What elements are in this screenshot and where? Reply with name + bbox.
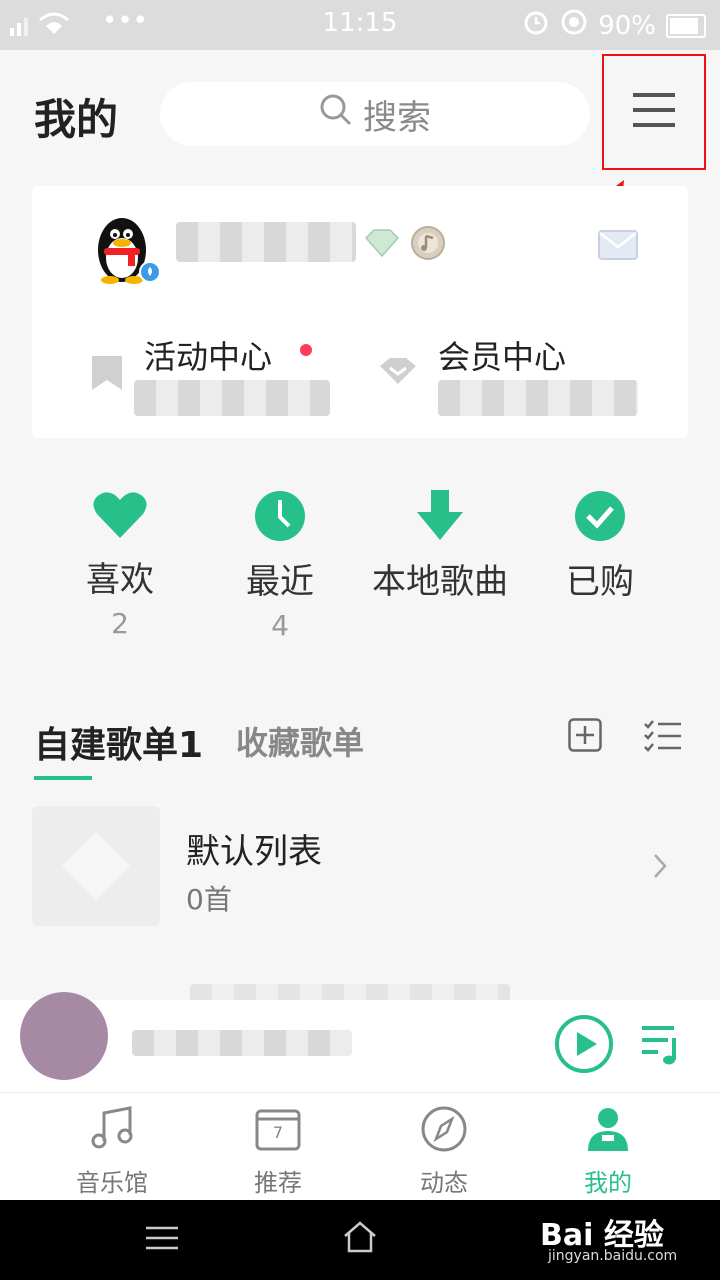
quick-local-songs-label: 本地歌曲	[372, 562, 508, 602]
page-title: 我的	[34, 95, 119, 144]
activity-center-label: 活动中心	[144, 338, 273, 376]
bottom-nav: 音乐馆 7 推荐 动态 我的	[0, 1092, 720, 1201]
clock-icon	[200, 490, 360, 546]
player-track-blurred	[132, 1030, 352, 1056]
quick-favorites[interactable]: 喜欢 2	[40, 490, 200, 641]
hamburger-icon	[633, 90, 675, 134]
tab-underline	[34, 776, 92, 780]
calendar-icon: 7	[218, 1105, 338, 1159]
member-center-label: 会员中心	[438, 338, 567, 376]
mail-icon[interactable]	[598, 230, 638, 264]
tab-recommend[interactable]: 7 推荐	[218, 1105, 338, 1198]
tab-music-hall[interactable]: 音乐馆	[52, 1105, 172, 1198]
playlist-item[interactable]: 默认列表 0首	[32, 806, 688, 928]
notification-dot	[300, 344, 312, 356]
calendar-day: 7	[272, 1123, 284, 1142]
tab-feed[interactable]: 动态	[384, 1105, 504, 1198]
quick-favorites-count: 2	[111, 607, 129, 640]
username-blurred	[176, 222, 356, 262]
music-badge-icon[interactable]	[408, 224, 448, 266]
system-home-icon[interactable]	[342, 1220, 378, 1258]
activity-center-link[interactable]: 活动中心	[144, 332, 272, 378]
quick-recent-count: 4	[271, 609, 289, 642]
search-placeholder: 搜索	[363, 97, 431, 138]
download-icon	[360, 490, 520, 546]
location-icon	[560, 8, 588, 43]
activity-subtitle-blurred	[134, 380, 330, 416]
play-button[interactable]	[554, 1014, 614, 1078]
tab-recommend-label: 推荐	[254, 1169, 302, 1197]
mini-player[interactable]	[0, 992, 720, 1092]
quick-favorites-label: 喜欢	[86, 560, 154, 600]
playlist-cover	[32, 806, 160, 926]
heart-icon	[40, 490, 200, 544]
quick-local-songs-count	[360, 609, 520, 643]
compass-icon	[384, 1105, 504, 1159]
chevron-right-icon	[652, 852, 668, 884]
member-center-link[interactable]: 会员中心	[438, 332, 566, 378]
player-album-art[interactable]	[20, 992, 108, 1080]
alarm-icon	[522, 8, 550, 43]
avatar[interactable]	[92, 210, 164, 290]
system-nav-bar: Bai 经验 jingyan.baidu.com	[0, 1200, 720, 1280]
quick-recent[interactable]: 最近 4	[200, 490, 360, 643]
menu-button[interactable]	[602, 54, 706, 170]
tab-music-hall-label: 音乐馆	[76, 1169, 148, 1197]
playlist-count: 0首	[186, 883, 232, 916]
quick-purchased-label: 已购	[566, 562, 634, 602]
quick-purchased-count	[520, 609, 680, 643]
playlist-name: 默认列表	[186, 832, 322, 872]
tab-own-playlists[interactable]: 自建歌单1	[34, 716, 203, 768]
add-playlist-icon[interactable]	[568, 718, 602, 756]
tab-favorite-playlists[interactable]: 收藏歌单	[236, 718, 364, 764]
playlist-queue-icon[interactable]	[640, 1024, 684, 1070]
search-icon	[319, 93, 353, 136]
tab-feed-label: 动态	[420, 1169, 468, 1197]
bookmark-icon	[92, 356, 122, 398]
battery-icon	[666, 13, 706, 38]
search-bar[interactable]: 搜索	[160, 82, 590, 146]
manage-list-icon[interactable]	[644, 720, 682, 756]
person-icon	[548, 1105, 668, 1159]
battery-percent: 90%	[598, 10, 656, 41]
quick-purchased[interactable]: 已购	[520, 490, 680, 643]
check-circle-icon	[520, 490, 680, 546]
status-bar: ••• 11:15 90%	[0, 0, 720, 50]
diamond-badge-icon[interactable]	[362, 228, 402, 262]
watermark-url: jingyan.baidu.com	[548, 1248, 678, 1264]
member-subtitle-blurred	[438, 380, 638, 416]
music-note-icon	[52, 1105, 172, 1159]
system-menu-icon[interactable]	[146, 1226, 178, 1254]
member-diamond-icon	[378, 356, 418, 394]
tab-mine[interactable]: 我的	[548, 1105, 668, 1198]
quick-local-songs[interactable]: 本地歌曲	[360, 490, 520, 643]
quick-recent-label: 最近	[246, 562, 314, 602]
tab-mine-label: 我的	[584, 1169, 632, 1197]
